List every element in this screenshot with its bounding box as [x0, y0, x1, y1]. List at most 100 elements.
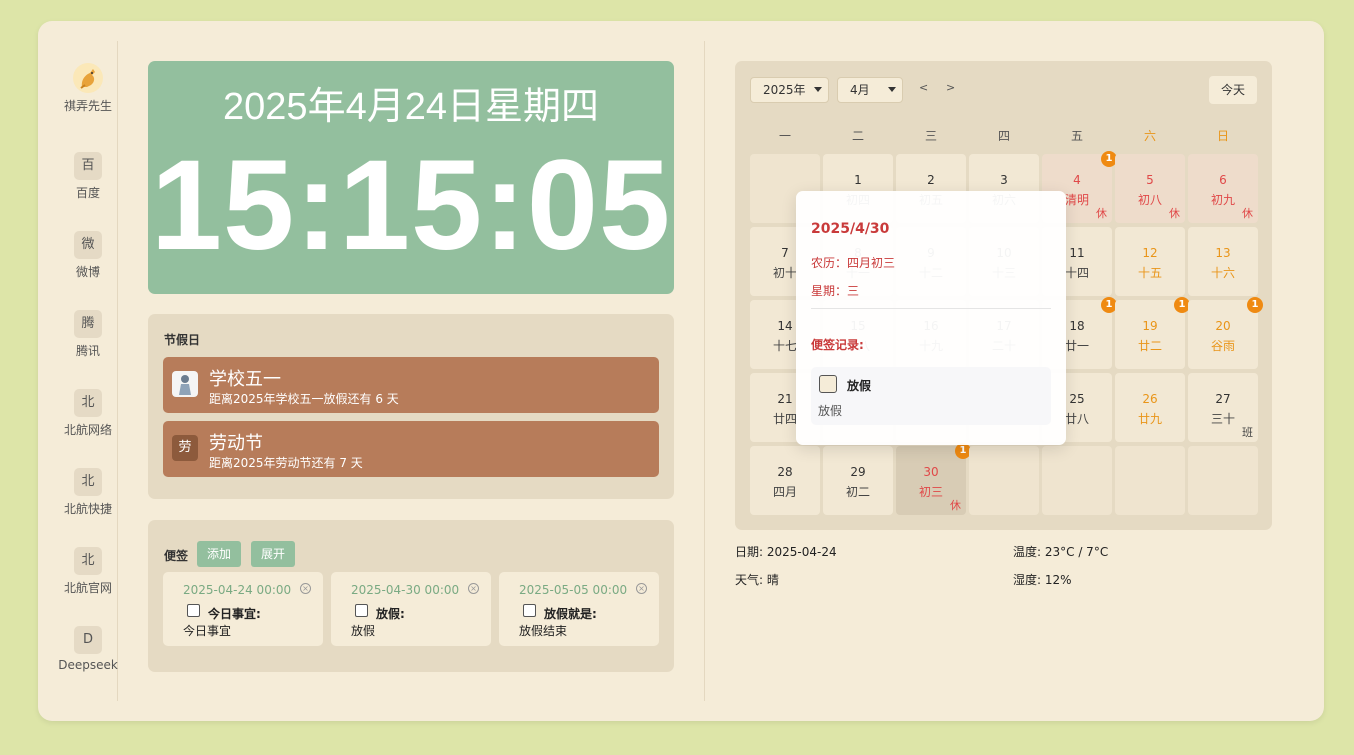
year-select-value: 2025年 — [763, 83, 806, 97]
holiday-countdown: 距离2025年学校五一放假还有 6 天 — [209, 392, 399, 406]
calendar-day-cell[interactable]: 28 四月 — [750, 446, 820, 515]
day-number: 3 — [1000, 173, 1008, 187]
info-date: 日期: 2025-04-24 — [735, 545, 837, 559]
weekday-header: 六 — [1143, 129, 1156, 143]
holiday-countdown: 距离2025年劳动节还有 7 天 — [209, 456, 363, 470]
dragon-avatar-icon — [73, 63, 103, 93]
holiday-item[interactable]: 劳 劳动节 距离2025年劳动节还有 7 天 — [163, 421, 659, 477]
sidebar-item-buaa-official[interactable]: 北 北航官网 — [38, 547, 138, 596]
note-card[interactable]: 2025-04-30 00:00 × 放假: 放假 — [331, 572, 491, 646]
today-button[interactable]: 今天 — [1209, 76, 1257, 104]
day-number: 29 — [850, 465, 866, 479]
popover-divider — [811, 308, 1051, 309]
sidebar-item-tencent[interactable]: 腾 腾讯 — [38, 310, 138, 359]
buaa-official-icon: 北 — [74, 547, 102, 575]
close-icon[interactable]: × — [636, 583, 647, 594]
sidebar-item-label: 北航官网 — [63, 581, 112, 595]
sidebar-item-label: 祺弄先生 — [63, 99, 112, 113]
buaa-quick-icon: 北 — [74, 468, 102, 496]
calendar-day-cell[interactable]: 19 廿二 1 — [1115, 297, 1190, 369]
calendar-empty-cell — [1115, 446, 1185, 515]
sidebar-item-deepseek[interactable]: D Deepseek — [38, 626, 138, 672]
lunar-date: 廿九 — [1137, 412, 1162, 426]
weibo-icon: 微 — [74, 231, 102, 259]
calendar-day-cell[interactable]: 13 十六 — [1188, 227, 1258, 296]
close-icon[interactable]: × — [468, 583, 479, 594]
lunar-date: 廿二 — [1137, 339, 1162, 353]
weekday-header: 二 — [851, 129, 864, 143]
weekday-header: 五 — [1070, 129, 1083, 143]
student-image-icon — [172, 371, 198, 397]
column-divider — [704, 41, 705, 701]
calendar-day-cell[interactable]: 6 初九休 — [1188, 154, 1258, 223]
sidebar-item-label: 腾讯 — [75, 344, 100, 358]
calendar-day-cell[interactable]: 26 廿九 — [1115, 373, 1185, 442]
popover-memo-title: 便签记录: — [811, 338, 864, 352]
year-select[interactable]: 2025年 — [750, 77, 829, 103]
day-number: 20 — [1215, 319, 1231, 333]
chevron-down-icon — [814, 87, 822, 92]
lunar-date: 十六 — [1210, 266, 1235, 280]
note-card[interactable]: 2025-04-24 00:00 × 今日事宜: 今日事宜 — [163, 572, 323, 646]
weekday-header: 三 — [924, 129, 937, 143]
add-note-button[interactable]: 添加 — [197, 541, 242, 567]
calendar-empty-cell — [969, 446, 1039, 515]
note-count-badge: 1 — [1247, 297, 1263, 313]
calendar-day-cell[interactable]: 20 谷雨 1 — [1188, 297, 1263, 369]
note-checkbox[interactable] — [523, 604, 536, 617]
popover-lunar: 农历：四月初三 — [811, 256, 896, 270]
rest-day-tag: 休 — [1169, 207, 1180, 220]
sidebar-item-buaa-quick[interactable]: 北 北航快捷 — [38, 468, 138, 517]
sidebar-item-label: 百度 — [75, 186, 100, 200]
day-number: 19 — [1142, 319, 1158, 333]
notes-title: 便签 — [164, 549, 189, 563]
note-date: 2025-05-05 00:00 — [519, 583, 628, 597]
day-number: 27 — [1215, 392, 1231, 406]
note-checkbox[interactable] — [187, 604, 200, 617]
labor-day-icon: 劳 — [172, 435, 198, 461]
sidebar-item-label: 北航网络 — [63, 423, 112, 437]
note-body: 今日事宜 — [183, 624, 232, 638]
clock-card: 2025年4月24日星期四 15:15:05 — [148, 61, 674, 294]
note-card[interactable]: 2025-05-05 00:00 × 放假就是: 放假结束 — [499, 572, 659, 646]
note-checkbox[interactable] — [355, 604, 368, 617]
day-number: 6 — [1219, 173, 1227, 187]
memo-title: 放假 — [847, 379, 872, 393]
calendar-empty-cell — [1188, 446, 1258, 515]
popover-memo-item[interactable]: 放假 放假 — [811, 367, 1051, 425]
popover-date: 2025/4/30 — [811, 221, 890, 237]
sidebar-item-baidu[interactable]: 百 百度 — [38, 152, 138, 201]
memo-body: 放假 — [818, 404, 843, 418]
memo-checkbox[interactable] — [819, 375, 837, 393]
weekday-header: 一 — [778, 129, 791, 143]
calendar-day-cell[interactable]: 12 十五 — [1115, 227, 1185, 296]
sidebar-item-weibo[interactable]: 微 微博 — [38, 231, 138, 280]
info-humidity: 湿度: 12% — [1013, 573, 1072, 587]
sidebar-item-label: Deepseek — [58, 658, 118, 672]
sidebar-item-buaa-network[interactable]: 北 北航网络 — [38, 389, 138, 438]
prev-month-button[interactable]: < — [919, 81, 928, 94]
calendar-day-cell[interactable]: 29 初二 — [823, 446, 893, 515]
holiday-item[interactable]: 学校五一 距离2025年学校五一放假还有 6 天 — [163, 357, 659, 413]
popover-weekday: 星期：三 — [811, 284, 860, 298]
note-title: 放假就是: — [544, 607, 597, 621]
day-number: 28 — [777, 465, 793, 479]
note-body: 放假 — [351, 624, 376, 638]
tencent-icon: 腾 — [74, 310, 102, 338]
close-icon[interactable]: × — [300, 583, 311, 594]
lunar-date: 初二 — [845, 485, 870, 499]
lunar-date: 谷雨 — [1210, 339, 1235, 353]
day-number: 5 — [1146, 173, 1154, 187]
month-select[interactable]: 4月 — [837, 77, 903, 103]
calendar-day-cell[interactable]: 5 初八休 — [1115, 154, 1185, 223]
calendar-day-cell[interactable]: 30 初三休 1 — [896, 443, 971, 515]
note-date: 2025-04-30 00:00 — [351, 583, 460, 597]
baidu-icon: 百 — [74, 152, 102, 180]
sidebar-item-avatar[interactable]: 祺弄先生 — [38, 63, 138, 114]
next-month-button[interactable]: > — [946, 81, 955, 94]
expand-notes-button[interactable]: 展开 — [251, 541, 296, 567]
main-panel: 祺弄先生 百 百度 微 微博 腾 腾讯 北 北航网络 北 北航快捷 北 北航官网… — [38, 21, 1324, 721]
notes-card: 便签 添加 展开 2025-04-24 00:00 × 今日事宜: 今日事宜 2… — [148, 520, 674, 672]
calendar-day-cell[interactable]: 27 三十班 — [1188, 373, 1258, 442]
day-number: 12 — [1142, 246, 1158, 260]
